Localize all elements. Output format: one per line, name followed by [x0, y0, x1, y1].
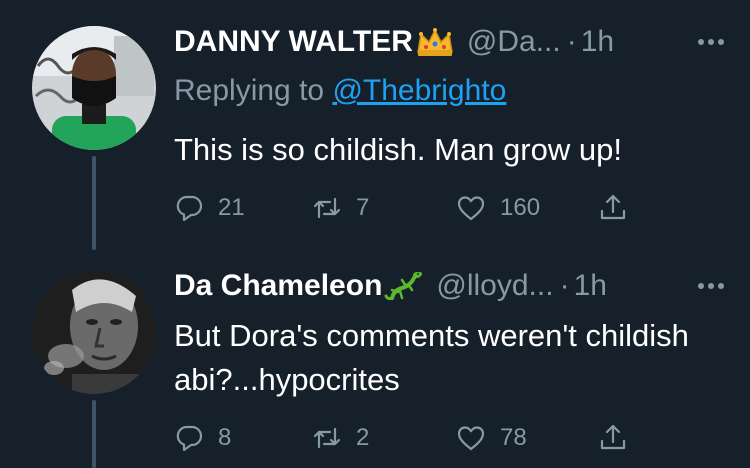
user-handle[interactable]: @Da... — [467, 25, 561, 59]
tweet-text: This is so childish. Man grow up! — [174, 132, 622, 167]
like-icon — [457, 196, 485, 221]
like-icon — [457, 426, 485, 451]
retweet-count: 7 — [356, 194, 370, 221]
more-icon[interactable] — [692, 28, 730, 56]
tweet-header: DANNY WALTER @Da... · 1h — [174, 22, 730, 62]
crown-emoji-icon — [415, 26, 455, 58]
like-count: 160 — [500, 194, 541, 221]
thread-line — [92, 156, 96, 250]
reply-icon — [176, 195, 203, 222]
lizard-emoji-icon — [384, 270, 424, 302]
share-button[interactable] — [598, 188, 628, 228]
avatar[interactable] — [32, 26, 156, 150]
reply-count: 21 — [218, 194, 245, 221]
retweet-icon — [313, 427, 341, 449]
action-bar: 21 7 160 — [174, 188, 644, 228]
retweet-button[interactable]: 7 — [312, 188, 369, 228]
user-handle[interactable]: @lloyd... — [436, 269, 553, 303]
reply-button[interactable]: 21 — [174, 188, 245, 228]
tweet[interactable]: DANNY WALTER @Da... · 1h Replying to @Th… — [0, 0, 750, 250]
retweet-icon — [313, 197, 341, 219]
separator-dot: · — [566, 25, 577, 58]
avatar[interactable] — [32, 270, 156, 394]
action-bar: 8 2 78 — [174, 418, 644, 458]
like-button[interactable]: 78 — [456, 418, 527, 458]
separator-dot: · — [559, 269, 570, 302]
retweet-count: 2 — [356, 424, 370, 451]
tweet[interactable]: Da Chameleon @lloyd... · 1h But Dora's c… — [0, 250, 750, 468]
reply-button[interactable]: 8 — [174, 418, 231, 458]
display-name[interactable]: DANNY WALTER — [174, 25, 413, 59]
reply-icon — [176, 425, 203, 452]
more-icon[interactable] — [692, 272, 730, 300]
replying-to: Replying to @Thebrighto — [174, 74, 506, 108]
replying-to-link[interactable]: @Thebrighto — [332, 74, 506, 107]
retweet-button[interactable]: 2 — [312, 418, 369, 458]
replying-to-label: Replying to — [174, 74, 333, 107]
thread-line — [92, 400, 96, 468]
share-button[interactable] — [598, 418, 628, 458]
like-button[interactable]: 160 — [456, 188, 540, 228]
display-name[interactable]: Da Chameleon — [174, 269, 382, 303]
timestamp[interactable]: 1h — [581, 25, 614, 59]
tweet-thread: DANNY WALTER @Da... · 1h Replying to @Th… — [0, 0, 750, 468]
like-count: 78 — [500, 424, 527, 451]
timestamp[interactable]: 1h — [574, 269, 607, 303]
tweet-text: But Dora's comments weren't childish abi… — [174, 318, 689, 397]
share-icon — [600, 424, 626, 450]
tweet-header: Da Chameleon @lloyd... · 1h — [174, 266, 730, 306]
share-icon — [600, 194, 626, 220]
reply-count: 8 — [218, 424, 232, 451]
